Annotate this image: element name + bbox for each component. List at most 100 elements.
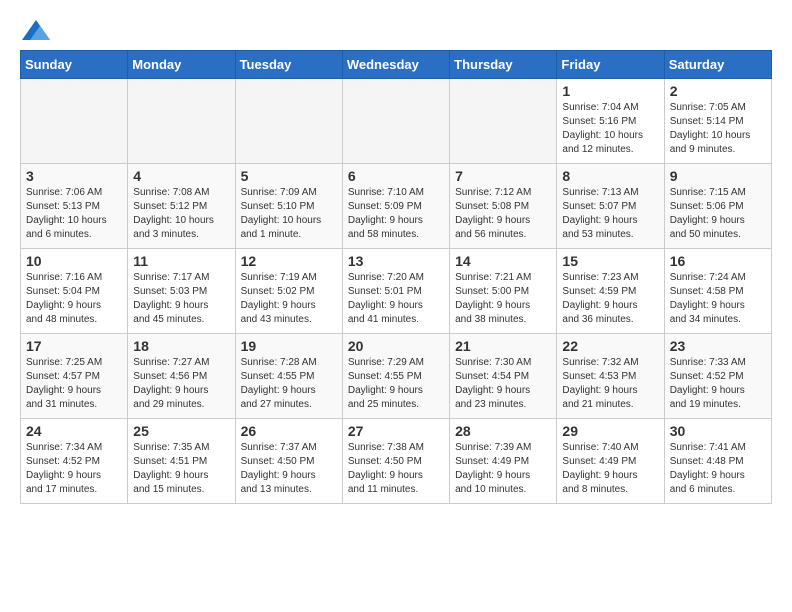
day-number: 28: [455, 423, 551, 439]
day-number: 3: [26, 168, 122, 184]
empty-cell: [450, 79, 557, 164]
day-cell-14: 14Sunrise: 7:21 AM Sunset: 5:00 PM Dayli…: [450, 249, 557, 334]
day-header-thursday: Thursday: [450, 51, 557, 79]
day-number: 19: [241, 338, 337, 354]
day-number: 2: [670, 83, 766, 99]
day-number: 27: [348, 423, 444, 439]
week-row-1: 1Sunrise: 7:04 AM Sunset: 5:16 PM Daylig…: [21, 79, 772, 164]
day-cell-7: 7 Sunrise: 7:12 AM Sunset: 5:08 PM Daylig…: [450, 164, 557, 249]
day-info: Sunrise: 7:19 AM Sunset: 5:02 PM Dayligh…: [241, 271, 337, 327]
day-cell-21: 21Sunrise: 7:30 AM Sunset: 4:54 PM Dayli…: [450, 334, 557, 419]
day-header-sunday: Sunday: [21, 51, 128, 79]
day-cell-17: 17 Sunrise: 7:25 AM Sunset: 4:57 PM Dayli…: [21, 334, 128, 419]
day-cell-23: 23 Sunrise: 7:33 AM Sunset: 4:52 PM Dayli…: [664, 334, 771, 419]
day-cell-28: 28 Sunrise: 7:39 AM Sunset: 4:49 PM Dayli…: [450, 419, 557, 504]
day-cell-26: 26 Sunrise: 7:37 AM Sunset: 4:50 PM Dayli…: [235, 419, 342, 504]
day-info: Sunrise: 7:28 AM Sunset: 4:55 PM Dayligh…: [241, 356, 337, 412]
day-info: Sunrise: 7:40 AM Sunset: 4:49 PM Dayligh…: [562, 441, 658, 497]
header: [20, 20, 772, 40]
day-info: Sunrise: 7:39 AM Sunset: 4:49 PM Dayligh…: [455, 441, 551, 497]
day-info: Sunrise: 7:29 AM Sunset: 4:55 PM Dayligh…: [348, 356, 444, 412]
day-cell-3: 3 Sunrise: 7:06 AM Sunset: 5:13 PM Daylig…: [21, 164, 128, 249]
day-info: Sunrise: 7:27 AM Sunset: 4:56 PM Dayligh…: [133, 356, 229, 412]
day-info: Sunrise: 7:12 AM Sunset: 5:08 PM Dayligh…: [455, 186, 551, 242]
day-header-tuesday: Tuesday: [235, 51, 342, 79]
day-number: 16: [670, 253, 766, 269]
day-number: 26: [241, 423, 337, 439]
day-number: 1: [562, 83, 658, 99]
day-number: 11: [133, 253, 229, 269]
day-number: 6: [348, 168, 444, 184]
day-info: Sunrise: 7:32 AM Sunset: 4:53 PM Dayligh…: [562, 356, 658, 412]
day-number: 17: [26, 338, 122, 354]
day-info: Sunrise: 7:15 AM Sunset: 5:06 PM Dayligh…: [670, 186, 766, 242]
day-cell-1: 1Sunrise: 7:04 AM Sunset: 5:16 PM Daylig…: [557, 79, 664, 164]
day-info: Sunrise: 7:16 AM Sunset: 5:04 PM Dayligh…: [26, 271, 122, 327]
day-info: Sunrise: 7:35 AM Sunset: 4:51 PM Dayligh…: [133, 441, 229, 497]
calendar-header-row: SundayMondayTuesdayWednesdayThursdayFrid…: [21, 51, 772, 79]
day-number: 30: [670, 423, 766, 439]
day-cell-2: 2 Sunrise: 7:05 AM Sunset: 5:14 PM Daylig…: [664, 79, 771, 164]
day-number: 18: [133, 338, 229, 354]
calendar-table: SundayMondayTuesdayWednesdayThursdayFrid…: [20, 50, 772, 504]
day-info: Sunrise: 7:25 AM Sunset: 4:57 PM Dayligh…: [26, 356, 122, 412]
day-cell-4: 4 Sunrise: 7:08 AM Sunset: 5:12 PM Daylig…: [128, 164, 235, 249]
empty-cell: [21, 79, 128, 164]
day-cell-27: 27 Sunrise: 7:38 AM Sunset: 4:50 PM Dayli…: [342, 419, 449, 504]
day-info: Sunrise: 7:13 AM Sunset: 5:07 PM Dayligh…: [562, 186, 658, 242]
day-number: 15: [562, 253, 658, 269]
day-number: 24: [26, 423, 122, 439]
day-info: Sunrise: 7:17 AM Sunset: 5:03 PM Dayligh…: [133, 271, 229, 327]
day-cell-20: 20 Sunrise: 7:29 AM Sunset: 4:55 PM Dayli…: [342, 334, 449, 419]
day-info: Sunrise: 7:41 AM Sunset: 4:48 PM Dayligh…: [670, 441, 766, 497]
day-info: Sunrise: 7:06 AM Sunset: 5:13 PM Dayligh…: [26, 186, 122, 242]
empty-cell: [235, 79, 342, 164]
day-number: 29: [562, 423, 658, 439]
day-cell-18: 18 Sunrise: 7:27 AM Sunset: 4:56 PM Dayli…: [128, 334, 235, 419]
day-info: Sunrise: 7:37 AM Sunset: 4:50 PM Dayligh…: [241, 441, 337, 497]
day-info: Sunrise: 7:10 AM Sunset: 5:09 PM Dayligh…: [348, 186, 444, 242]
logo-icon: [22, 20, 50, 40]
week-row-5: 24 Sunrise: 7:34 AM Sunset: 4:52 PM Dayli…: [21, 419, 772, 504]
day-number: 10: [26, 253, 122, 269]
day-cell-22: 22 Sunrise: 7:32 AM Sunset: 4:53 PM Dayli…: [557, 334, 664, 419]
logo: [20, 20, 50, 40]
day-header-monday: Monday: [128, 51, 235, 79]
day-number: 5: [241, 168, 337, 184]
day-number: 20: [348, 338, 444, 354]
day-cell-9: 9Sunrise: 7:15 AM Sunset: 5:06 PM Daylig…: [664, 164, 771, 249]
day-number: 12: [241, 253, 337, 269]
day-info: Sunrise: 7:33 AM Sunset: 4:52 PM Dayligh…: [670, 356, 766, 412]
day-cell-11: 11 Sunrise: 7:17 AM Sunset: 5:03 PM Dayli…: [128, 249, 235, 334]
day-cell-8: 8 Sunrise: 7:13 AM Sunset: 5:07 PM Daylig…: [557, 164, 664, 249]
day-cell-12: 12 Sunrise: 7:19 AM Sunset: 5:02 PM Dayli…: [235, 249, 342, 334]
day-info: Sunrise: 7:38 AM Sunset: 4:50 PM Dayligh…: [348, 441, 444, 497]
day-number: 22: [562, 338, 658, 354]
day-cell-24: 24 Sunrise: 7:34 AM Sunset: 4:52 PM Dayli…: [21, 419, 128, 504]
day-info: Sunrise: 7:21 AM Sunset: 5:00 PM Dayligh…: [455, 271, 551, 327]
day-number: 7: [455, 168, 551, 184]
day-number: 4: [133, 168, 229, 184]
day-number: 8: [562, 168, 658, 184]
day-header-wednesday: Wednesday: [342, 51, 449, 79]
day-cell-5: 5 Sunrise: 7:09 AM Sunset: 5:10 PM Daylig…: [235, 164, 342, 249]
day-number: 23: [670, 338, 766, 354]
day-cell-6: 6 Sunrise: 7:10 AM Sunset: 5:09 PM Daylig…: [342, 164, 449, 249]
day-info: Sunrise: 7:08 AM Sunset: 5:12 PM Dayligh…: [133, 186, 229, 242]
day-info: Sunrise: 7:09 AM Sunset: 5:10 PM Dayligh…: [241, 186, 337, 242]
day-info: Sunrise: 7:23 AM Sunset: 4:59 PM Dayligh…: [562, 271, 658, 327]
day-number: 21: [455, 338, 551, 354]
day-cell-25: 25 Sunrise: 7:35 AM Sunset: 4:51 PM Dayli…: [128, 419, 235, 504]
week-row-4: 17 Sunrise: 7:25 AM Sunset: 4:57 PM Dayli…: [21, 334, 772, 419]
week-row-2: 3 Sunrise: 7:06 AM Sunset: 5:13 PM Daylig…: [21, 164, 772, 249]
day-info: Sunrise: 7:05 AM Sunset: 5:14 PM Dayligh…: [670, 101, 766, 157]
day-header-friday: Friday: [557, 51, 664, 79]
day-cell-10: 10 Sunrise: 7:16 AM Sunset: 5:04 PM Dayli…: [21, 249, 128, 334]
day-number: 25: [133, 423, 229, 439]
day-info: Sunrise: 7:20 AM Sunset: 5:01 PM Dayligh…: [348, 271, 444, 327]
week-row-3: 10 Sunrise: 7:16 AM Sunset: 5:04 PM Dayli…: [21, 249, 772, 334]
day-cell-29: 29 Sunrise: 7:40 AM Sunset: 4:49 PM Dayli…: [557, 419, 664, 504]
day-number: 13: [348, 253, 444, 269]
day-info: Sunrise: 7:34 AM Sunset: 4:52 PM Dayligh…: [26, 441, 122, 497]
day-cell-30: 30 Sunrise: 7:41 AM Sunset: 4:48 PM Dayli…: [664, 419, 771, 504]
